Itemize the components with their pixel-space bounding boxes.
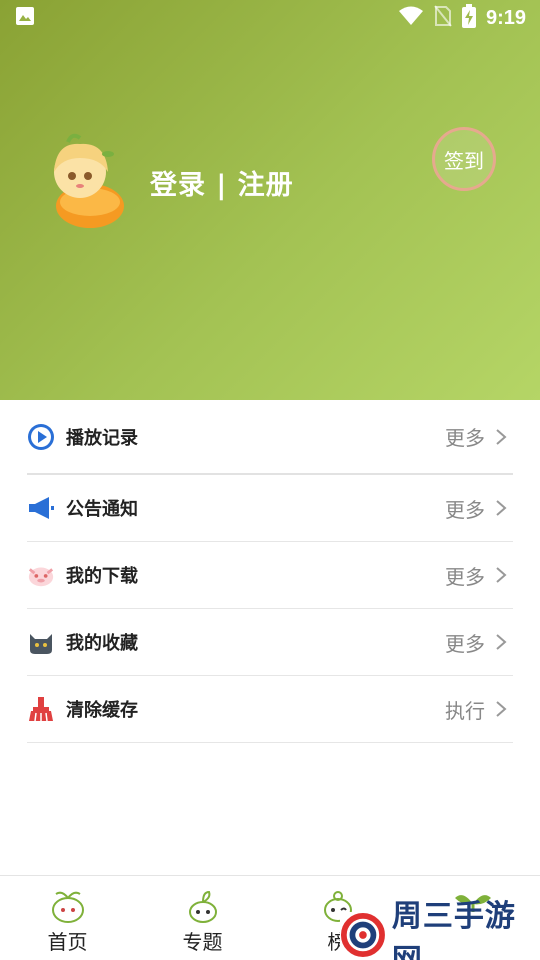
more-label: 更多	[445, 426, 485, 450]
menu-list: 播放记录 更多 公告通知 更多 我的下载 更多 我的收藏 更多 清除缓存 执行	[0, 400, 540, 743]
checkin-button[interactable]: 签到	[432, 127, 496, 191]
more-link[interactable]: 更多	[445, 628, 507, 657]
play-circle-icon	[27, 423, 55, 451]
chevron-right-icon	[496, 634, 507, 650]
battery-charging-icon	[461, 4, 476, 32]
more-label: 更多	[445, 564, 485, 589]
menu-item-label: 我的收藏	[66, 633, 138, 654]
menu-item-favorites[interactable]: 我的收藏 更多	[27, 609, 513, 676]
nav-label: 专题	[182, 930, 223, 954]
more-link[interactable]: 更多	[445, 494, 507, 523]
chevron-right-icon	[496, 701, 507, 717]
menu-item-label: 清除缓存	[66, 700, 138, 721]
sprout-mascot-icon	[188, 890, 217, 923]
login-register-link[interactable]: 登录 | 注册	[150, 163, 294, 202]
chevron-right-icon	[496, 567, 507, 583]
broom-icon	[27, 695, 55, 723]
avatar[interactable]	[28, 128, 132, 232]
watermark: 周三手游网	[340, 899, 540, 960]
wifi-icon	[398, 6, 424, 30]
more-link[interactable]: 更多	[445, 561, 507, 590]
megaphone-icon	[27, 494, 55, 522]
chevron-right-icon	[496, 500, 507, 516]
status-bar: 9:19	[0, 0, 540, 36]
menu-item-clear-cache[interactable]: 清除缓存 执行	[27, 676, 513, 743]
menu-item-announcements[interactable]: 公告通知 更多	[27, 475, 513, 542]
chevron-right-icon	[496, 428, 507, 445]
status-time: 9:19	[485, 6, 526, 29]
more-link[interactable]: 更多	[445, 422, 507, 451]
more-label: 更多	[445, 631, 485, 656]
pig-mascot-icon	[27, 561, 55, 589]
watermark-text: 周三手游网	[391, 899, 516, 960]
menu-item-label: 公告通知	[66, 499, 138, 520]
more-label: 更多	[445, 497, 485, 522]
image-notification-icon	[14, 5, 36, 31]
nav-label: 首页	[47, 930, 88, 954]
execute-link[interactable]: 执行	[445, 695, 507, 724]
sprout-mascot-icon	[51, 891, 84, 923]
menu-item-play-history[interactable]: 播放记录 更多	[27, 400, 513, 475]
nav-tab-topics[interactable]: 专题	[135, 876, 270, 960]
execute-label: 执行	[445, 698, 485, 723]
spiral-logo-icon	[340, 913, 385, 957]
menu-item-downloads[interactable]: 我的下载 更多	[27, 542, 513, 609]
no-sim-icon	[434, 5, 452, 31]
profile-header: 9:19 登录 | 注册 签到	[0, 0, 540, 400]
nav-tab-home[interactable]: 首页	[0, 876, 135, 960]
menu-item-label: 我的下载	[66, 566, 138, 587]
menu-item-label: 播放记录	[66, 427, 138, 449]
cat-icon	[27, 628, 55, 656]
